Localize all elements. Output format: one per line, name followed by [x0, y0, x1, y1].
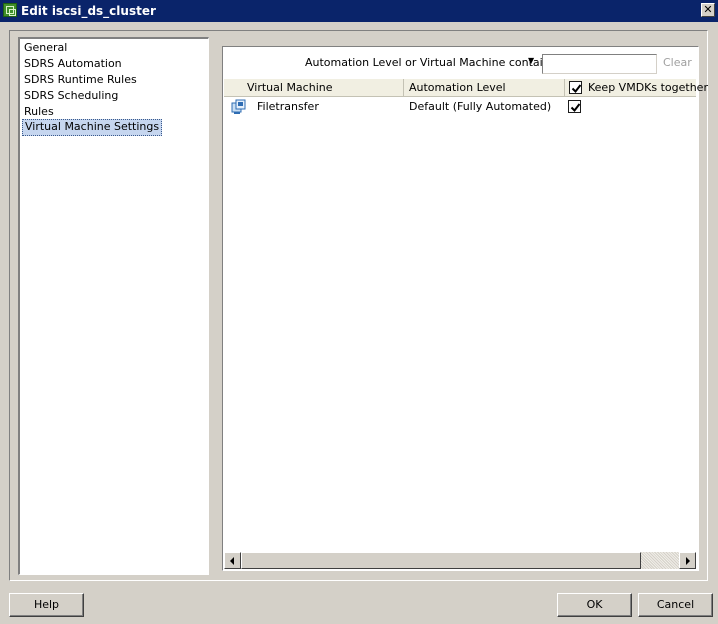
nav-item-sdrs-scheduling[interactable]: SDRS Scheduling — [22, 88, 120, 103]
arrow-left-icon — [230, 557, 234, 565]
cancel-button[interactable]: Cancel — [638, 593, 713, 617]
column-header-label: Keep VMDKs together — [588, 81, 708, 94]
nav-item-sdrs-runtime-rules[interactable]: SDRS Runtime Rules — [22, 72, 139, 87]
chevron-down-icon[interactable]: ▼ — [528, 56, 534, 65]
vm-name: Filetransfer — [257, 100, 319, 113]
vm-automation-level[interactable]: Default (Fully Automated) — [409, 100, 551, 113]
title-bar: Edit iscsi_ds_cluster ✕ — [0, 0, 718, 22]
ok-button[interactable]: OK — [557, 593, 632, 617]
close-icon[interactable]: ✕ — [701, 3, 715, 17]
scroll-left-button[interactable] — [224, 552, 241, 569]
column-header-keep-vmdks-together[interactable]: Keep VMDKs together — [565, 79, 708, 96]
app-icon — [3, 3, 17, 17]
nav-item-rules[interactable]: Rules — [22, 104, 56, 119]
scrollbar-thumb[interactable] — [241, 552, 641, 569]
window-title: Edit iscsi_ds_cluster — [21, 4, 156, 18]
horizontal-scrollbar[interactable] — [224, 552, 696, 569]
vm-settings-panel — [222, 46, 699, 571]
nav-item-general[interactable]: General — [22, 40, 69, 55]
nav-item-virtual-machine-settings[interactable]: Virtual Machine Settings — [22, 119, 163, 136]
keep-vmdks-header-checkbox[interactable] — [569, 81, 582, 94]
clear-link[interactable]: Clear — [663, 56, 692, 69]
scroll-right-button[interactable] — [679, 552, 696, 569]
keep-vmdks-row-checkbox[interactable] — [568, 100, 581, 113]
nav-item-sdrs-automation[interactable]: SDRS Automation — [22, 56, 124, 71]
column-header-virtual-machine[interactable]: Virtual Machine — [224, 79, 404, 96]
filter-label[interactable]: Automation Level or Virtual Machine cont… — [305, 56, 559, 69]
column-header-automation-level[interactable]: Automation Level — [404, 79, 565, 96]
filter-input[interactable] — [542, 54, 657, 74]
settings-nav-list: General SDRS Automation SDRS Runtime Rul… — [18, 37, 209, 575]
vm-icon — [231, 99, 246, 114]
arrow-right-icon — [686, 557, 690, 565]
help-button[interactable]: Help — [9, 593, 84, 617]
table-header: Virtual Machine Automation Level Keep VM… — [224, 79, 708, 97]
